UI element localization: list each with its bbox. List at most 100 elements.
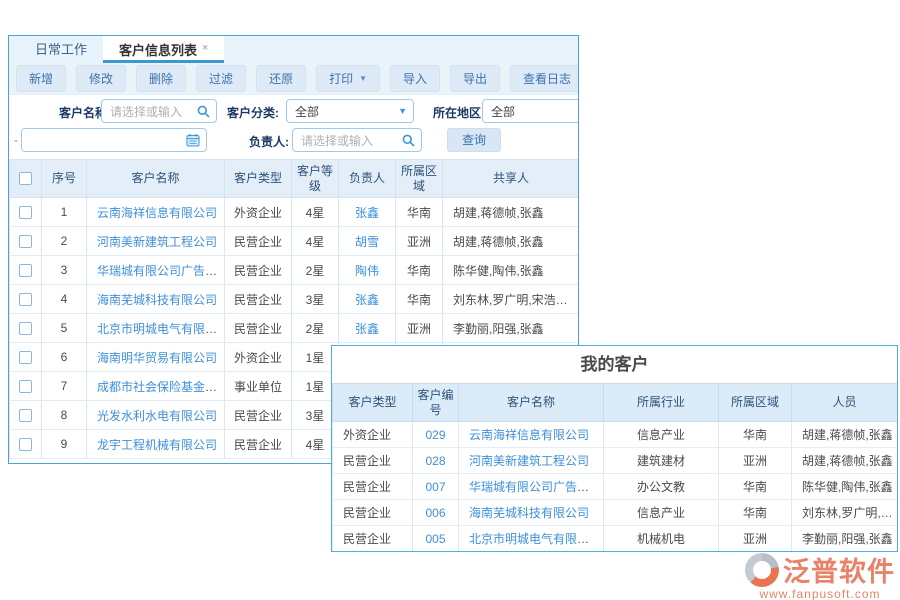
shared-with: 胡建,蒋德帧,张鑫: [443, 198, 580, 227]
customer-type: 民营企业: [333, 500, 413, 526]
customer-type: 民营企业: [225, 401, 292, 430]
manager-link[interactable]: 张鑫: [355, 293, 379, 307]
main-table-head-row: 序号客户名称客户类型客户等级负责人所属区域共享人: [10, 160, 580, 198]
column-header[interactable]: 人员: [792, 384, 898, 422]
manager-link[interactable]: 张鑫: [355, 322, 379, 336]
calendar-icon[interactable]: [186, 133, 200, 147]
column-header[interactable]: 客户等级: [292, 160, 339, 198]
row-checkbox[interactable]: [19, 264, 32, 277]
column-header[interactable]: 客户名称: [459, 384, 604, 422]
staff: 刘东林,罗广明,宋浩然,...: [792, 500, 898, 526]
row-select-cell: [10, 285, 42, 314]
column-header[interactable]: 客户名称: [87, 160, 225, 198]
customer-name-link[interactable]: 北京市明城电气有限公司: [97, 322, 225, 336]
table-row: 3华瑞城有限公司广告设计部民营企业2星陶伟华南陈华健,陶伟,张鑫: [10, 256, 580, 285]
column-header[interactable]: 所属行业: [604, 384, 719, 422]
screen: 日常工作客户信息列表× 新增修改删除过滤还原打印▼导入导出查看日志 客户名称: …: [0, 0, 900, 600]
manager-cell: 胡雪: [339, 227, 396, 256]
customer-name-link[interactable]: 龙宇工程机械有限公司: [97, 438, 217, 452]
customer-name-link[interactable]: 成都市社会保险基金管理...: [97, 380, 225, 394]
toolbar-button[interactable]: 删除: [136, 65, 186, 92]
customer-name-link[interactable]: 华瑞城有限公司广告设计部: [469, 480, 604, 494]
toolbar-button[interactable]: 导入: [390, 65, 440, 92]
customer-name-link[interactable]: 北京市明城电气有限公司: [469, 532, 601, 546]
customer-type: 民营企业: [225, 227, 292, 256]
manager-link[interactable]: 张鑫: [355, 206, 379, 220]
customer-category-value: 全部: [295, 103, 394, 120]
column-header[interactable]: 序号: [42, 160, 87, 198]
customer-name-link[interactable]: 光发水利水电有限公司: [97, 409, 217, 423]
toolbar-button[interactable]: 过滤: [196, 65, 246, 92]
column-header[interactable]: 所属区域: [719, 384, 792, 422]
tab-0[interactable]: 日常工作: [19, 36, 103, 63]
manager-input[interactable]: 请选择或输入: [292, 128, 422, 152]
column-header[interactable]: 共享人: [443, 160, 580, 198]
customer-name-input[interactable]: 请选择或输入: [101, 99, 217, 123]
region: 华南: [719, 422, 792, 448]
select-all-checkbox[interactable]: [19, 172, 32, 185]
customer-category-select[interactable]: 全部 ▼: [286, 99, 414, 123]
table-row: 1云南海祥信息有限公司外资企业4星张鑫华南胡建,蒋德帧,张鑫: [10, 198, 580, 227]
column-header[interactable]: 客户类型: [225, 160, 292, 198]
toolbar-button[interactable]: 查看日志: [510, 65, 579, 92]
search-button[interactable]: 查询: [447, 128, 501, 152]
column-header[interactable]: 客户编号: [413, 384, 459, 422]
region: 华南: [396, 198, 443, 227]
region: 华南: [719, 474, 792, 500]
customer-name-link[interactable]: 河南美新建筑工程公司: [97, 235, 217, 249]
row-checkbox[interactable]: [19, 322, 32, 335]
date-input[interactable]: [21, 128, 207, 152]
customer-code-link[interactable]: 005: [425, 532, 445, 546]
manager-link[interactable]: 陶伟: [355, 264, 379, 278]
toolbar-button[interactable]: 打印▼: [316, 65, 380, 92]
customer-name-link[interactable]: 云南海祥信息有限公司: [97, 206, 217, 220]
row-checkbox[interactable]: [19, 409, 32, 422]
my-table-head-row: 客户类型客户编号客户名称所属行业所属区域人员: [333, 384, 898, 422]
manager-link[interactable]: 胡雪: [355, 235, 379, 249]
region-input[interactable]: 全部: [482, 99, 579, 123]
toolbar-button[interactable]: 修改: [76, 65, 126, 92]
customer-name-cell: 华瑞城有限公司广告设计部: [459, 474, 604, 500]
customer-name-link[interactable]: 云南海祥信息有限公司: [469, 428, 589, 442]
row-checkbox[interactable]: [19, 235, 32, 248]
manager-placeholder: 请选择或输入: [301, 132, 402, 149]
customer-code-link[interactable]: 007: [425, 480, 445, 494]
industry: 信息产业: [604, 422, 719, 448]
chevron-down-icon[interactable]: ▼: [398, 106, 407, 116]
close-icon[interactable]: ×: [202, 42, 208, 54]
region-label: 所在地区:: [433, 104, 485, 121]
row-checkbox[interactable]: [19, 206, 32, 219]
column-header[interactable]: 客户类型: [333, 384, 413, 422]
customer-name-link[interactable]: 华瑞城有限公司广告设计部: [97, 264, 225, 278]
toolbar-button-label: 删除: [149, 70, 173, 87]
customer-code-link[interactable]: 006: [425, 506, 445, 520]
search-icon[interactable]: [402, 134, 415, 147]
toolbar-button[interactable]: 还原: [256, 65, 306, 92]
customer-name-link[interactable]: 海南明华贸易有限公司: [97, 351, 217, 365]
customer-code-cell: 028: [413, 448, 459, 474]
customer-code-link[interactable]: 028: [425, 454, 445, 468]
search-icon[interactable]: [197, 105, 210, 118]
column-header[interactable]: 所属区域: [396, 160, 443, 198]
tab-1[interactable]: 客户信息列表×: [103, 36, 224, 63]
row-checkbox[interactable]: [19, 380, 32, 393]
customer-name-cell: 海南芜城科技有限公司: [459, 500, 604, 526]
fanpu-logo-icon: [745, 553, 779, 587]
industry: 办公文教: [604, 474, 719, 500]
customer-grade: 2星: [292, 256, 339, 285]
row-checkbox[interactable]: [19, 438, 32, 451]
customer-name-link[interactable]: 河南美新建筑工程公司: [469, 454, 589, 468]
row-checkbox[interactable]: [19, 351, 32, 364]
toolbar-button[interactable]: 新增: [16, 65, 66, 92]
table-row: 民营企业005北京市明城电气有限公司机械机电亚洲李勤丽,阳强,张鑫: [333, 526, 898, 552]
toolbar: 新增修改 删除 过滤还原打印▼ 导入导出查看日志: [9, 63, 578, 94]
shared-with: 李勤丽,阳强,张鑫: [443, 314, 580, 343]
customer-name-link[interactable]: 海南芜城科技有限公司: [469, 506, 589, 520]
toolbar-button[interactable]: 导出: [450, 65, 500, 92]
row-checkbox[interactable]: [19, 293, 32, 306]
customer-name-link[interactable]: 海南芜城科技有限公司: [97, 293, 217, 307]
customer-code-link[interactable]: 029: [425, 428, 445, 442]
column-header[interactable]: 负责人: [339, 160, 396, 198]
row-number: 1: [42, 198, 87, 227]
row-select-cell: [10, 401, 42, 430]
